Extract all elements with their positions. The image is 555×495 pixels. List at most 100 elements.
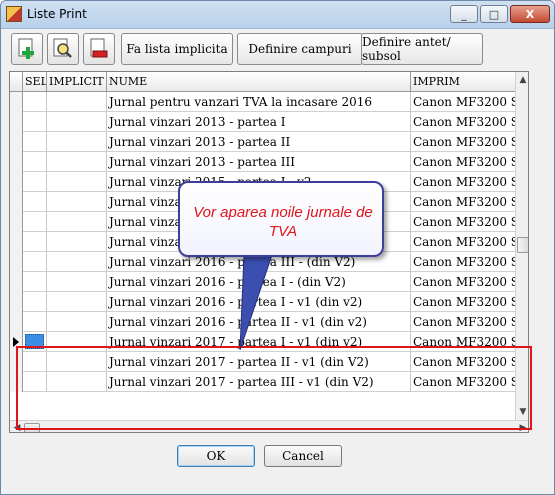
sel-cell[interactable] — [23, 132, 47, 152]
implicit-cell[interactable] — [47, 232, 107, 252]
scroll-down-icon[interactable]: ▼ — [516, 404, 528, 420]
sel-cell[interactable] — [23, 92, 47, 112]
define-header-footer-button[interactable]: Definire antet/ subsol — [361, 33, 483, 65]
imprim-cell[interactable]: Canon MF3200 Seri — [411, 372, 515, 392]
column-header-imprim[interactable]: IMPRIM — [411, 72, 515, 92]
row-indicator[interactable] — [10, 312, 23, 332]
sel-cell[interactable] — [23, 192, 47, 212]
table-row[interactable]: Jurnal vinzari 2016 - partea I - v1 (din… — [10, 292, 515, 312]
sel-cell[interactable] — [23, 152, 47, 172]
row-indicator[interactable] — [10, 92, 23, 112]
sel-cell[interactable] — [23, 332, 47, 352]
close-button[interactable]: X — [510, 5, 550, 23]
sel-cell[interactable] — [23, 352, 47, 372]
maximize-button[interactable]: □ — [480, 5, 508, 23]
row-indicator[interactable] — [10, 352, 23, 372]
nume-cell[interactable]: Jurnal pentru vanzari TVA la incasare 20… — [107, 92, 411, 112]
table-row[interactable]: Jurnal vinzari 2013 - partea III Canon MF… — [10, 152, 515, 172]
row-indicator[interactable] — [10, 132, 23, 152]
add-button[interactable] — [11, 33, 43, 65]
nume-cell[interactable]: Jurnal vinzari 2013 - partea II — [107, 132, 411, 152]
title-bar[interactable]: Liste Print _ □ X — [1, 1, 554, 29]
sel-cell[interactable] — [23, 212, 47, 232]
implicit-cell[interactable] — [47, 372, 107, 392]
vertical-scroll-thumb[interactable] — [517, 237, 528, 253]
implicit-cell[interactable] — [47, 132, 107, 152]
horizontal-scrollbar[interactable]: ◀ ▶ — [10, 420, 528, 432]
define-fields-button[interactable]: Definire campuri — [237, 33, 363, 65]
implicit-list-button[interactable]: Fa lista implicita — [121, 33, 233, 65]
implicit-cell[interactable] — [47, 192, 107, 212]
row-indicator[interactable] — [10, 252, 23, 272]
sel-cell[interactable] — [23, 272, 47, 292]
implicit-cell[interactable] — [47, 112, 107, 132]
row-indicator[interactable] — [10, 232, 23, 252]
implicit-cell[interactable] — [47, 312, 107, 332]
imprim-cell[interactable]: Canon MF3200 Seri — [411, 272, 515, 292]
sel-cell[interactable] — [23, 232, 47, 252]
nume-cell[interactable]: Jurnal vinzari 2016 - partea I - v1 (din… — [107, 292, 411, 312]
imprim-cell[interactable]: Canon MF3200 Seri — [411, 112, 515, 132]
column-header-nume[interactable]: NUME — [107, 72, 411, 92]
sel-cell[interactable] — [23, 252, 47, 272]
table-row[interactable]: Jurnal vinzari 2013 - partea II Canon MF3… — [10, 132, 515, 152]
imprim-cell[interactable]: Canon MF3200 Seri — [411, 132, 515, 152]
table-row[interactable]: Jurnal vinzari 2017 - partea III - v1 (d… — [10, 372, 515, 392]
row-indicator[interactable] — [10, 372, 23, 392]
scroll-right-icon[interactable]: ▶ — [516, 421, 528, 432]
nume-cell[interactable]: Jurnal vinzari 2017 - partea II - v1 (di… — [107, 352, 411, 372]
row-indicator[interactable] — [10, 292, 23, 312]
nume-cell[interactable]: Jurnal vinzari 2016 - partea I - (din V2… — [107, 272, 411, 292]
imprim-cell[interactable]: Canon MF3200 Seri — [411, 352, 515, 372]
imprim-cell[interactable]: Canon MF3200 Seri — [411, 92, 515, 112]
row-indicator[interactable] — [10, 152, 23, 172]
imprim-cell[interactable]: Canon MF3200 Seri — [411, 192, 515, 212]
implicit-cell[interactable] — [47, 212, 107, 232]
imprim-cell[interactable]: Canon MF3200 Seri — [411, 312, 515, 332]
table-row[interactable]: Jurnal vinzari 2016 - partea I - (din V2… — [10, 272, 515, 292]
table-row[interactable]: Jurnal vinzari 2016 - partea II - v1 (di… — [10, 312, 515, 332]
table-row[interactable]: Jurnal pentru vanzari TVA la incasare 20… — [10, 92, 515, 112]
sel-cell[interactable] — [23, 312, 47, 332]
imprim-cell[interactable]: Canon MF3200 Seri — [411, 332, 515, 352]
table-row[interactable]: Jurnal vinzari 2017 - partea II - v1 (di… — [10, 352, 515, 372]
imprim-cell[interactable]: Canon MF3200 Seri — [411, 232, 515, 252]
table-row[interactable]: Jurnal vinzari 2013 - partea I Canon MF32… — [10, 112, 515, 132]
imprim-cell[interactable]: Canon MF3200 Seri — [411, 292, 515, 312]
nume-cell[interactable]: Jurnal vinzari 2013 - partea III — [107, 152, 411, 172]
implicit-cell[interactable] — [47, 252, 107, 272]
nume-cell[interactable]: Jurnal vinzari 2013 - partea I — [107, 112, 411, 132]
sel-cell[interactable] — [23, 372, 47, 392]
nume-cell[interactable]: Jurnal vinzari 2016 - partea II - v1 (di… — [107, 312, 411, 332]
imprim-cell[interactable]: Canon MF3200 Seri — [411, 172, 515, 192]
delete-button[interactable] — [83, 33, 115, 65]
imprim-cell[interactable]: Canon MF3200 Seri — [411, 152, 515, 172]
row-indicator[interactable] — [10, 212, 23, 232]
implicit-cell[interactable] — [47, 172, 107, 192]
nume-cell[interactable]: Jurnal vinzari 2017 - partea I - v1 (din… — [107, 332, 411, 352]
row-indicator[interactable] — [10, 112, 23, 132]
implicit-cell[interactable] — [47, 152, 107, 172]
sel-cell[interactable] — [23, 292, 47, 312]
row-indicator[interactable] — [10, 172, 23, 192]
implicit-cell[interactable] — [47, 352, 107, 372]
row-indicator[interactable] — [10, 272, 23, 292]
row-indicator[interactable] — [10, 192, 23, 212]
vertical-scrollbar[interactable]: ▲ ▼ — [515, 72, 528, 420]
row-indicator[interactable] — [10, 332, 23, 352]
column-header-implicit[interactable]: IMPLICIT — [47, 72, 107, 92]
nume-cell[interactable]: Jurnal vinzari 2017 - partea III - v1 (d… — [107, 372, 411, 392]
column-header-sel[interactable]: SEL — [23, 72, 47, 92]
cancel-button[interactable]: Cancel — [264, 445, 342, 467]
sel-cell[interactable] — [23, 112, 47, 132]
imprim-cell[interactable]: Canon MF3200 Seri — [411, 252, 515, 272]
scroll-left-icon[interactable]: ◀ — [10, 421, 24, 432]
table-row[interactable]: Jurnal vinzari 2017 - partea I - v1 (din… — [10, 332, 515, 352]
minimize-button[interactable]: _ — [450, 5, 478, 23]
implicit-cell[interactable] — [47, 92, 107, 112]
ok-button[interactable]: OK — [177, 445, 255, 467]
imprim-cell[interactable]: Canon MF3200 Seri — [411, 212, 515, 232]
find-button[interactable] — [47, 33, 79, 65]
horizontal-scroll-thumb[interactable] — [24, 423, 40, 432]
scroll-up-icon[interactable]: ▲ — [516, 72, 528, 88]
